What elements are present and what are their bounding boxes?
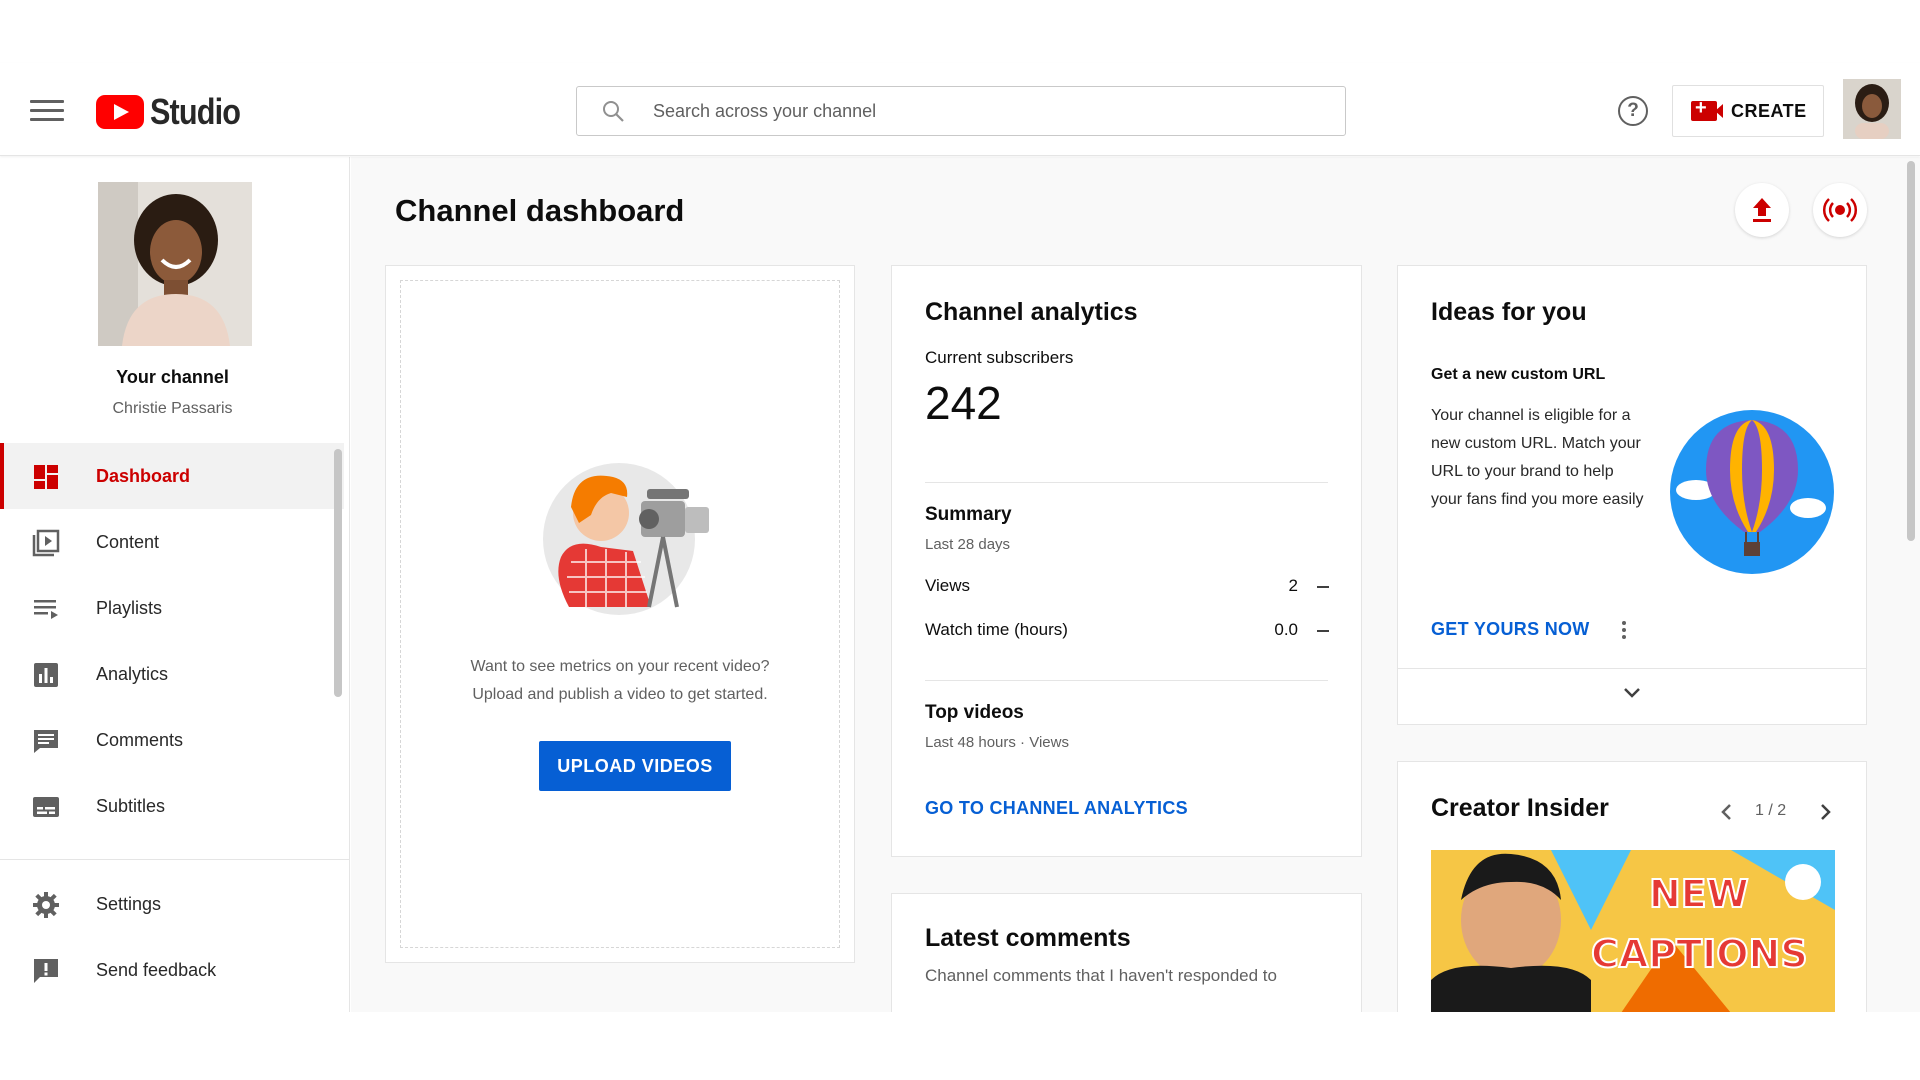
views-value: 2	[1288, 576, 1298, 595]
search-box[interactable]	[576, 86, 1346, 136]
latest-comments-card: Latest comments Channel comments that I …	[891, 893, 1362, 1012]
upload-card: Want to see metrics on your recent video…	[385, 265, 855, 963]
comments-icon	[34, 730, 58, 753]
sidebar-item-label: Subtitles	[96, 795, 166, 816]
top-videos-period: Last 48 hours · Views	[925, 734, 1069, 751]
creator-insider-title: Creator Insider	[1431, 794, 1609, 822]
insider-pager: 1 / 2	[1755, 802, 1787, 819]
page-title: Channel dashboard	[395, 193, 685, 228]
camera-operator-illustration	[543, 463, 709, 615]
go-to-channel-analytics-link[interactable]: GO TO CHANNEL ANALYTICS	[925, 798, 1188, 819]
chevron-down-icon[interactable]	[1622, 686, 1642, 700]
upload-icon	[1753, 198, 1771, 222]
comments-title: Latest comments	[925, 924, 1131, 952]
sidebar-item-label: Playlists	[96, 597, 163, 618]
create-video-icon	[1691, 97, 1723, 121]
subscribers-count: 242	[925, 377, 1002, 429]
sidebar-item-dashboard[interactable]: Dashboard	[0, 443, 344, 509]
views-trend-icon	[1317, 586, 1329, 588]
sidebar-nav: Dashboard Content Playlists Analytics Co…	[0, 443, 344, 839]
sidebar: Your channel Christie Passaris Dashboard…	[0, 157, 350, 1012]
menu-icon[interactable]	[30, 100, 64, 122]
channel-name: Christie Passaris	[112, 400, 233, 417]
search-icon	[603, 101, 624, 122]
feedback-icon	[34, 959, 58, 983]
logo-text: Studio	[150, 91, 241, 132]
top-videos-title: Top videos	[925, 702, 1024, 723]
youtube-logo-icon	[96, 95, 144, 129]
help-icon[interactable]: ?	[1618, 96, 1648, 126]
content-icon	[32, 529, 60, 557]
upload-prompt-line2: Upload and publish a video to get starte…	[472, 686, 768, 703]
comments-subtitle: Channel comments that I haven't responde…	[925, 966, 1277, 985]
main-content: Channel dashboard Want to see metrics on…	[351, 157, 1920, 1012]
sidebar-item-label: Dashboard	[96, 465, 191, 486]
analytics-icon	[34, 663, 58, 687]
views-label: Views	[925, 576, 971, 595]
studio-app: Studio ? CREATE	[0, 0, 1920, 1080]
sidebar-item-label: Settings	[96, 893, 162, 914]
sidebar-item-label: Comments	[96, 729, 184, 750]
dashboard-icon	[34, 465, 58, 489]
sidebar-bottom-nav: Settings Send feedback	[0, 871, 344, 1003]
sidebar-item-send-feedback[interactable]: Send feedback	[0, 937, 344, 1003]
channel-avatar[interactable]	[98, 182, 252, 346]
subscribers-label: Current subscribers	[925, 348, 1074, 367]
divider	[925, 482, 1328, 483]
upload-videos-button[interactable]: UPLOAD VIDEOS	[539, 741, 731, 791]
upload-prompt-line1: Want to see metrics on your recent video…	[470, 658, 770, 675]
go-live-button[interactable]	[1813, 183, 1867, 237]
summary-period: Last 28 days	[925, 536, 1011, 553]
upload-prompt: Want to see metrics on your recent video…	[401, 653, 839, 709]
sidebar-item-comments[interactable]: Comments	[0, 707, 344, 773]
sidebar-divider	[0, 859, 349, 860]
playlists-icon	[34, 600, 58, 619]
create-label: CREATE	[1731, 100, 1807, 121]
summary-title: Summary	[925, 504, 1012, 525]
get-yours-now-link[interactable]: GET YOURS NOW	[1431, 619, 1590, 640]
creator-insider-card: Creator Insider 1 / 2 NEW CAPTIONS	[1397, 761, 1867, 1012]
sidebar-scrollbar[interactable]	[334, 449, 342, 697]
chevron-left-icon[interactable]	[1720, 802, 1734, 822]
watch-time-value: 0.0	[1274, 620, 1298, 639]
sidebar-item-label: Content	[96, 531, 160, 552]
watch-time-label: Watch time (hours)	[925, 620, 1068, 639]
idea-body: Your channel is eligible for a new custo…	[1431, 407, 1644, 508]
divider	[1398, 668, 1866, 669]
ideas-card: Ideas for you Get a new custom URL Your …	[1397, 265, 1867, 725]
create-button[interactable]: CREATE	[1672, 85, 1824, 137]
account-avatar[interactable]	[1843, 79, 1901, 139]
sidebar-item-content[interactable]: Content	[0, 509, 344, 575]
gear-icon	[33, 892, 59, 918]
thumbnail-text-line1: NEW	[1648, 871, 1750, 917]
channel-title: Your channel	[116, 367, 229, 387]
sidebar-item-settings[interactable]: Settings	[0, 871, 344, 937]
page-scrollbar[interactable]	[1907, 161, 1915, 541]
hot-air-balloon-illustration	[1670, 410, 1834, 574]
more-options-icon[interactable]	[1621, 621, 1627, 642]
upload-icon-button[interactable]	[1735, 183, 1789, 237]
live-broadcast-icon	[1822, 198, 1858, 222]
channel-analytics-card: Channel analytics Current subscribers 24…	[891, 265, 1362, 857]
analytics-title: Channel analytics	[925, 298, 1138, 326]
subtitles-icon	[33, 797, 59, 817]
sidebar-item-analytics[interactable]: Analytics	[0, 641, 344, 707]
sidebar-item-label: Send feedback	[96, 959, 217, 980]
idea-title: Get a new custom URL	[1431, 366, 1606, 383]
divider	[925, 680, 1328, 681]
chevron-right-icon[interactable]	[1818, 802, 1832, 822]
upload-dropzone[interactable]: Want to see metrics on your recent video…	[400, 280, 840, 948]
studio-logo[interactable]: Studio	[96, 91, 256, 133]
search-input[interactable]	[653, 97, 1313, 125]
top-bar: Studio ? CREATE	[0, 63, 1920, 156]
sidebar-item-playlists[interactable]: Playlists	[0, 575, 344, 641]
sidebar-item-label: Analytics	[96, 663, 169, 684]
ideas-title: Ideas for you	[1431, 298, 1587, 326]
thumbnail-text-line2: CAPTIONS	[1590, 931, 1809, 977]
watch-time-trend-icon	[1317, 630, 1329, 632]
sidebar-item-subtitles[interactable]: Subtitles	[0, 773, 344, 839]
creator-insider-thumbnail[interactable]: NEW CAPTIONS	[1431, 850, 1835, 1012]
